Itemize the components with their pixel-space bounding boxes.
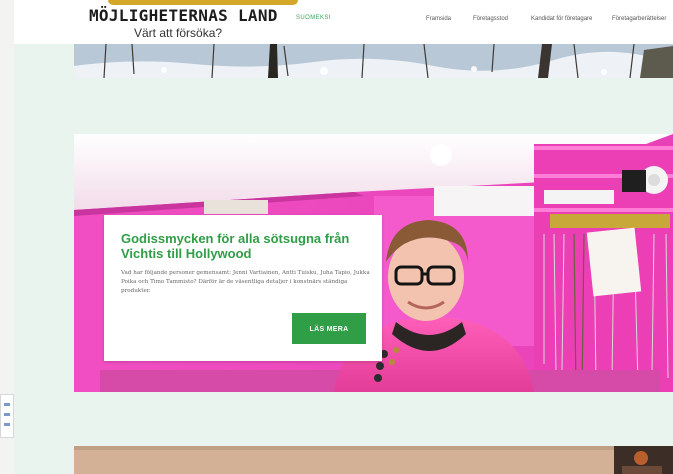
language-switch-link[interactable]: SUOMEKSI bbox=[296, 15, 331, 21]
featured-story-card: Godissmycken för alla sötsugna från Vich… bbox=[104, 215, 382, 361]
featured-story-heading[interactable]: Godissmycken för alla sötsugna från Vich… bbox=[121, 231, 361, 261]
nav-item-foretagsstod[interactable]: Företagsstod bbox=[473, 16, 508, 22]
nav-item-foretagarberattelser[interactable]: Företagarberättelser bbox=[612, 16, 666, 22]
logo-script-fragment bbox=[108, 0, 298, 5]
nav-item-framsida[interactable]: Framsida bbox=[426, 16, 451, 22]
nav-item-kandidat[interactable]: Kandidat för företagare bbox=[531, 16, 592, 22]
side-widget[interactable] bbox=[0, 394, 14, 438]
site-header: MÖJLIGHETERNAS LAND Värt att försöka? SU… bbox=[14, 0, 673, 44]
read-more-button[interactable]: LÄS MERA bbox=[292, 313, 366, 344]
site-logo-tagline: Värt att försöka? bbox=[134, 26, 223, 40]
winter-forest-image bbox=[74, 44, 673, 78]
next-story-image bbox=[74, 446, 673, 474]
featured-story-excerpt: Vad har följande personer gemensamt: Jen… bbox=[121, 270, 370, 294]
site-logo-title[interactable]: MÖJLIGHETERNAS LAND bbox=[89, 6, 278, 25]
